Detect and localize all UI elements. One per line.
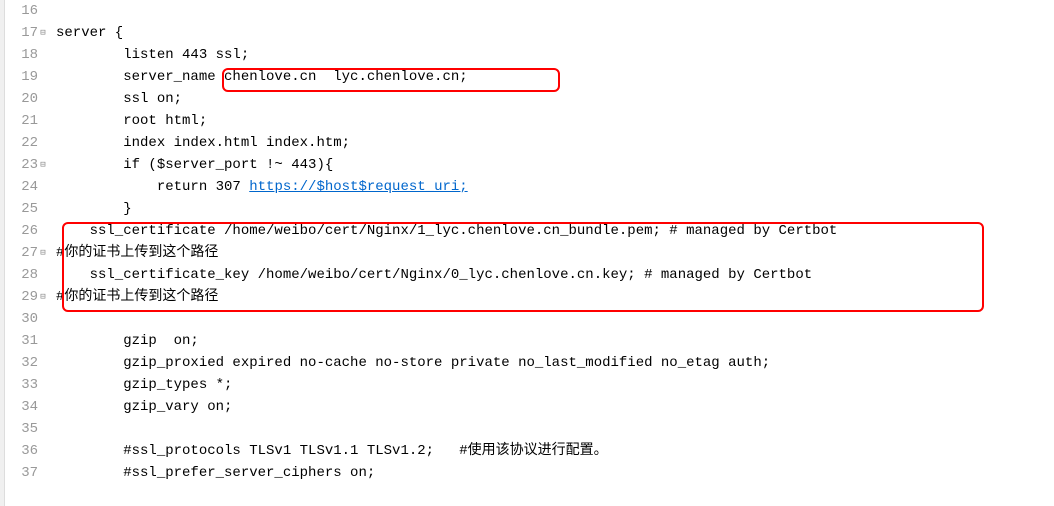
- line-number: 18: [0, 44, 38, 66]
- code-line[interactable]: server {: [56, 22, 1054, 44]
- line-number: 27⊟: [0, 242, 38, 264]
- code-line[interactable]: if ($server_port !~ 443){: [56, 154, 1054, 176]
- line-number: 16: [0, 0, 38, 22]
- code-line[interactable]: return 307 https://$host$request_uri;: [56, 176, 1054, 198]
- code-line[interactable]: listen 443 ssl;: [56, 44, 1054, 66]
- line-number: 37: [0, 462, 38, 484]
- line-number: 29⊟: [0, 286, 38, 308]
- line-number: 28: [0, 264, 38, 286]
- line-number: 34: [0, 396, 38, 418]
- code-line[interactable]: root html;: [56, 110, 1054, 132]
- line-number: 21: [0, 110, 38, 132]
- line-number: 20: [0, 88, 38, 110]
- line-number-gutter: 16 17⊟ 18 19 20 21 22 23⊟ 24 25 26 27⊟ 2…: [0, 0, 42, 506]
- code-line[interactable]: gzip_types *;: [56, 374, 1054, 396]
- code-line[interactable]: [56, 0, 1054, 22]
- code-line[interactable]: ssl on;: [56, 88, 1054, 110]
- code-line[interactable]: [56, 308, 1054, 330]
- line-number: 23⊟: [0, 154, 38, 176]
- line-number: 30: [0, 308, 38, 330]
- line-number: 31: [0, 330, 38, 352]
- code-line[interactable]: ssl_certificate /home/weibo/cert/Nginx/1…: [56, 220, 1054, 242]
- code-line[interactable]: gzip_proxied expired no-cache no-store p…: [56, 352, 1054, 374]
- line-number: 17⊟: [0, 22, 38, 44]
- code-editor: 16 17⊟ 18 19 20 21 22 23⊟ 24 25 26 27⊟ 2…: [0, 0, 1054, 506]
- code-line[interactable]: #ssl_protocols TLSv1 TLSv1.1 TLSv1.2; #使…: [56, 440, 1054, 462]
- code-line[interactable]: ssl_certificate_key /home/weibo/cert/Ngi…: [56, 264, 1054, 286]
- line-number: 35: [0, 418, 38, 440]
- line-number: 32: [0, 352, 38, 374]
- line-number: 26: [0, 220, 38, 242]
- line-number: 19: [0, 66, 38, 88]
- line-number: 22: [0, 132, 38, 154]
- line-number: 25: [0, 198, 38, 220]
- code-line[interactable]: gzip on;: [56, 330, 1054, 352]
- code-line[interactable]: server_name chenlove.cn lyc.chenlove.cn;: [56, 66, 1054, 88]
- code-line[interactable]: #你的证书上传到这个路径: [56, 242, 1054, 264]
- code-line[interactable]: }: [56, 198, 1054, 220]
- code-content[interactable]: server { listen 443 ssl; server_name che…: [42, 0, 1054, 506]
- line-number: 24: [0, 176, 38, 198]
- line-number: 36: [0, 440, 38, 462]
- code-line[interactable]: #你的证书上传到这个路径: [56, 286, 1054, 308]
- code-line[interactable]: gzip_vary on;: [56, 396, 1054, 418]
- code-line[interactable]: index index.html index.htm;: [56, 132, 1054, 154]
- line-number: 33: [0, 374, 38, 396]
- code-line[interactable]: [56, 418, 1054, 440]
- url-link[interactable]: https://$host$request_uri;: [249, 179, 467, 195]
- code-line[interactable]: #ssl_prefer_server_ciphers on;: [56, 462, 1054, 484]
